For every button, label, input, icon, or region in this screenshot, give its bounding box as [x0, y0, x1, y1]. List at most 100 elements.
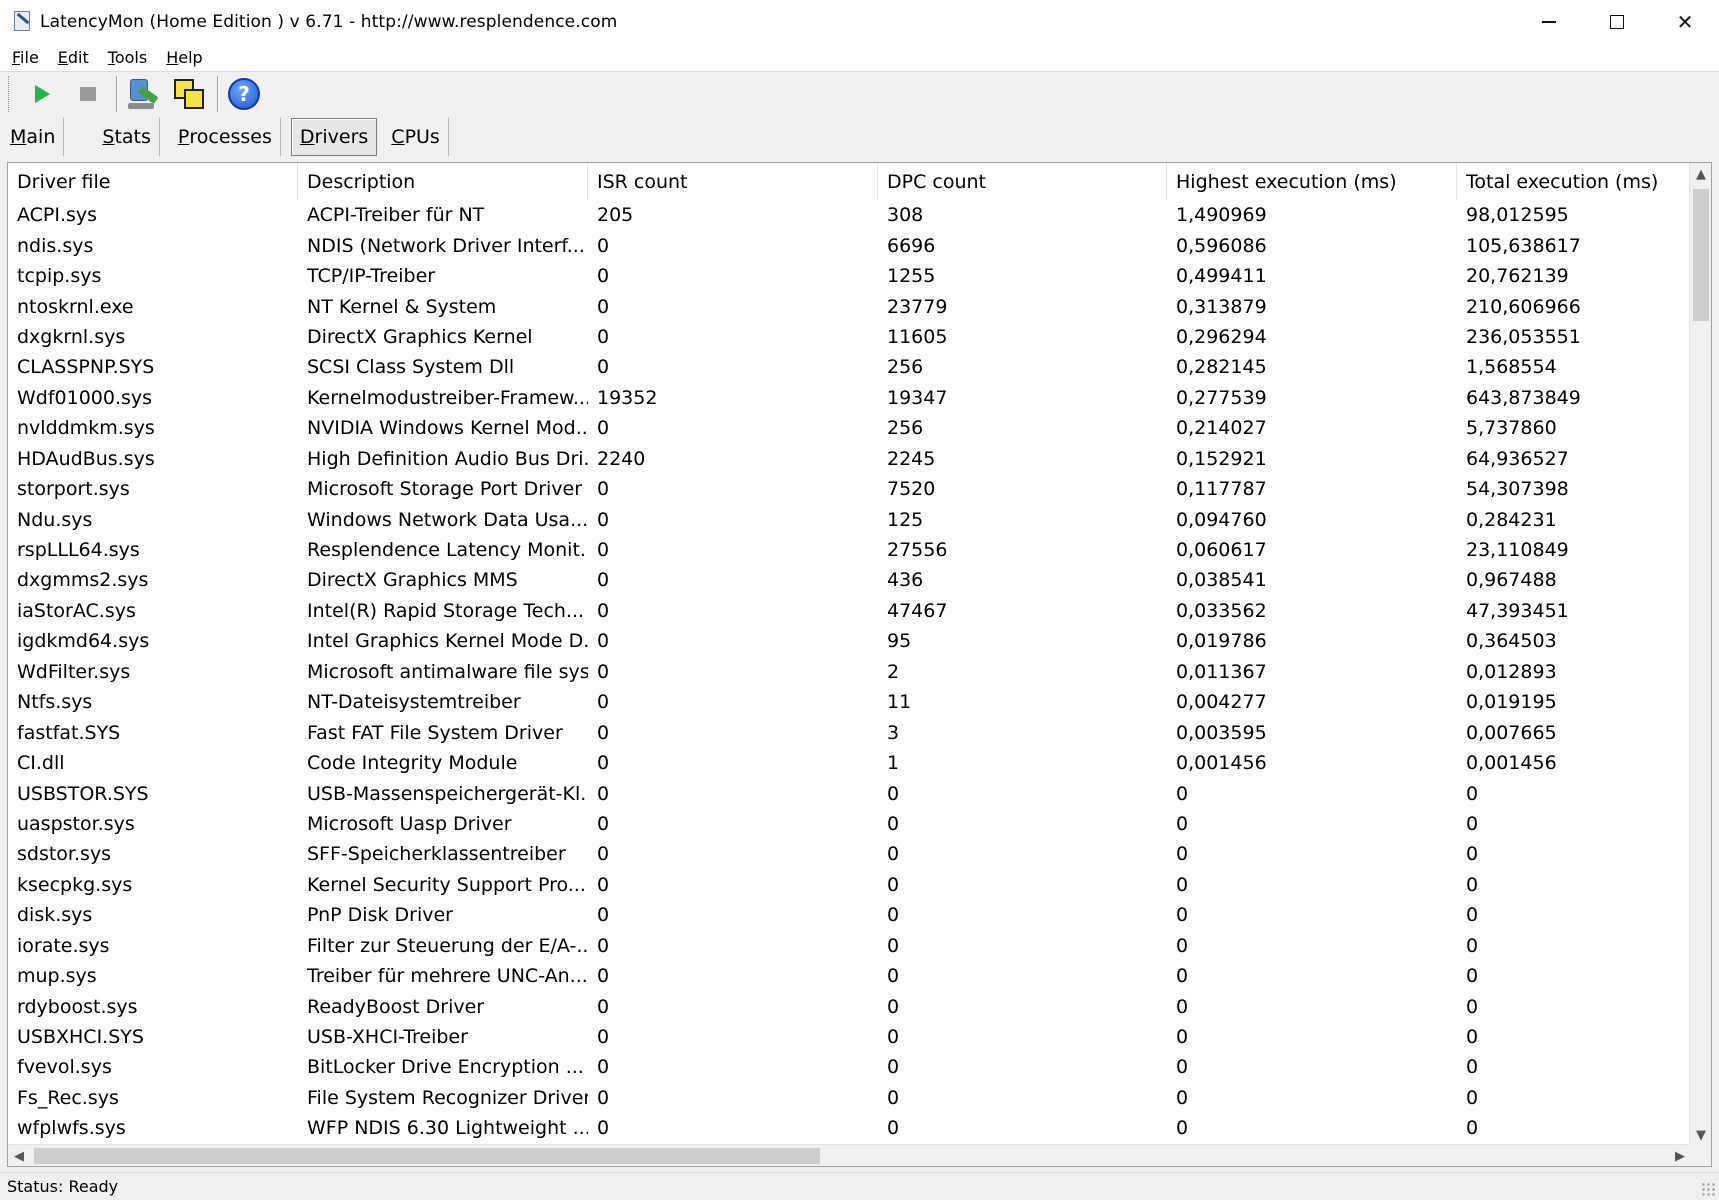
cell-highest-execution: 0 — [1176, 995, 1189, 1018]
table-row[interactable]: igdkmd64.sys Intel Graphics Kernel Mode D… — [8, 626, 1691, 656]
cell-dpc-count: 0 — [887, 812, 900, 835]
table-row[interactable]: Wdf01000.sys Kernelmodustreiber-Framew...… — [8, 383, 1691, 413]
table-row[interactable]: fvevol.sys BitLocker Drive Encryption ...… — [8, 1052, 1691, 1082]
start-monitor-button[interactable] — [22, 74, 62, 114]
minimize-button[interactable] — [1515, 0, 1583, 44]
scroll-corner — [1689, 1144, 1711, 1166]
tab-main[interactable]: Main — [2, 118, 65, 156]
cell-total-execution: 0,019195 — [1466, 691, 1557, 714]
cell-dpc-count: 0 — [887, 1117, 900, 1140]
stop-monitor-button[interactable] — [68, 74, 108, 114]
tab-drivers[interactable]: Drivers — [290, 118, 378, 156]
probe-button[interactable] — [123, 74, 163, 114]
menu-help[interactable]: Help — [164, 48, 204, 67]
table-row[interactable]: disk.sys PnP Disk Driver 0 0 0 0 — [8, 900, 1691, 930]
column-header-highest-execution[interactable]: Highest execution (ms) — [1167, 163, 1457, 200]
cell-total-execution: 0 — [1466, 1117, 1479, 1140]
horizontal-scroll-thumb[interactable] — [34, 1148, 820, 1164]
cell-isr-count: 0 — [597, 812, 610, 835]
table-row[interactable]: ndis.sys NDIS (Network Driver Interf... 0 6… — [8, 230, 1691, 260]
column-header-total-execution[interactable]: Total execution (ms) — [1457, 163, 1691, 200]
scroll-right-icon[interactable]: ▶ — [1669, 1145, 1691, 1166]
column-header-isr-count[interactable]: ISR count — [588, 163, 878, 200]
table-row[interactable]: fastfat.SYS Fast FAT File System Driver 0 3… — [8, 717, 1691, 747]
table-row[interactable]: USBXHCI.SYS USB-XHCI-Treiber 0 0 0 0 — [8, 1022, 1691, 1052]
table-row[interactable]: CI.dll Code Integrity Module 0 1 0,001456 0,0… — [8, 748, 1691, 778]
cell-total-execution: 0 — [1466, 782, 1479, 805]
cell-driver-file: ndis.sys — [17, 234, 94, 257]
table-row[interactable]: Fs_Rec.sys File System Recognizer Driver 0… — [8, 1083, 1691, 1113]
menu-edit[interactable]: Edit — [56, 48, 91, 67]
cell-highest-execution: 0,152921 — [1176, 447, 1267, 470]
cell-description: Code Integrity Module — [307, 752, 518, 775]
table-row[interactable]: storport.sys Microsoft Storage Port Drive… — [8, 474, 1691, 504]
menu-tools[interactable]: Tools — [106, 48, 149, 67]
cell-driver-file: nvlddmkm.sys — [17, 417, 155, 440]
table-row[interactable]: tcpip.sys TCP/IP-Treiber 0 1255 0,499411 20,7… — [8, 261, 1691, 291]
cell-highest-execution: 0 — [1176, 1056, 1189, 1079]
cell-isr-count: 0 — [597, 295, 610, 318]
cell-total-execution: 105,638617 — [1466, 234, 1581, 257]
status-bar: Status: Ready — [0, 1172, 1719, 1200]
table-row[interactable]: rspLLL64.sys Resplendence Latency Monit..… — [8, 535, 1691, 565]
vertical-scroll-thumb[interactable] — [1693, 189, 1709, 321]
cell-highest-execution: 0,038541 — [1176, 569, 1267, 592]
cell-highest-execution: 0,117787 — [1176, 478, 1267, 501]
column-header-description[interactable]: Description — [298, 163, 588, 200]
column-header-dpc-count[interactable]: DPC count — [878, 163, 1167, 200]
tab-processes[interactable]: Processes — [170, 118, 281, 156]
table-row[interactable]: iorate.sys Filter zur Steuerung der E/A-.… — [8, 931, 1691, 961]
scroll-left-icon[interactable]: ◀ — [8, 1145, 30, 1166]
cell-highest-execution: 0 — [1176, 812, 1189, 835]
cell-total-execution: 98,012595 — [1466, 204, 1569, 227]
cell-driver-file: uaspstor.sys — [17, 812, 135, 835]
cell-description: Microsoft Uasp Driver — [307, 812, 512, 835]
table-row[interactable]: Ndu.sys Windows Network Data Usa... 0 125 0,… — [8, 504, 1691, 534]
table-row[interactable]: wfplwfs.sys WFP NDIS 6.30 Lightweight ...… — [8, 1113, 1691, 1143]
horizontal-scrollbar[interactable]: ◀ ▶ — [8, 1144, 1691, 1166]
cell-total-execution: 0 — [1466, 1056, 1479, 1079]
table-row[interactable]: WdFilter.sys Microsoft antimalware file s… — [8, 657, 1691, 687]
close-button[interactable]: ✕ — [1651, 0, 1719, 44]
cell-isr-count: 0 — [597, 1117, 610, 1140]
cell-total-execution: 54,307398 — [1466, 478, 1569, 501]
cell-total-execution: 0 — [1466, 843, 1479, 866]
table-row[interactable]: mup.sys Treiber für mehrere UNC-An... 0 0 0 0 — [8, 961, 1691, 991]
vertical-scrollbar[interactable]: ▲ ▼ — [1689, 163, 1711, 1146]
table-row[interactable]: iaStorAC.sys Intel(R) Rapid Storage Tech.… — [8, 596, 1691, 626]
column-header-row: Driver file Description ISR count DPC co… — [8, 163, 1691, 200]
table-row[interactable]: ntoskrnl.exe NT Kernel & System 0 23779 0,31… — [8, 291, 1691, 321]
help-button[interactable]: ? — [224, 74, 264, 114]
table-row[interactable]: dxgkrnl.sys DirectX Graphics Kernel 0 11605… — [8, 322, 1691, 352]
table-row[interactable]: CLASSPNP.SYS SCSI Class System Dll 0 256 0,2… — [8, 352, 1691, 382]
cell-dpc-count: 0 — [887, 965, 900, 988]
windows-button[interactable] — [169, 74, 209, 114]
toolbar-grip[interactable] — [8, 75, 12, 112]
table-row[interactable]: Ntfs.sys NT-Dateisystemtreiber 0 11 0,004277… — [8, 687, 1691, 717]
scroll-down-icon[interactable]: ▼ — [1690, 1124, 1711, 1146]
table-row[interactable]: HDAudBus.sys High Definition Audio Bus Dr… — [8, 444, 1691, 474]
resize-grip-icon[interactable] — [1701, 1182, 1715, 1196]
tab-cpus[interactable]: C PUs — [383, 118, 449, 156]
scroll-up-icon[interactable]: ▲ — [1690, 163, 1711, 185]
cell-description: USB-XHCI-Treiber — [307, 1026, 468, 1049]
table-row[interactable]: nvlddmkm.sys NVIDIA Windows Kernel Mod...… — [8, 413, 1691, 443]
cell-description: WFP NDIS 6.30 Lightweight ... — [307, 1117, 588, 1140]
cell-dpc-count: 0 — [887, 843, 900, 866]
table-row[interactable]: dxgmms2.sys DirectX Graphics MMS 0 436 0,038… — [8, 565, 1691, 595]
table-row[interactable]: uaspstor.sys Microsoft Uasp Driver 0 0 0 0 — [8, 809, 1691, 839]
table-row[interactable]: rdyboost.sys ReadyBoost Driver 0 0 0 0 — [8, 991, 1691, 1021]
table-row[interactable]: sdstor.sys SFF-Speicherklassentreiber 0 0 0 0 — [8, 839, 1691, 869]
cell-driver-file: wfplwfs.sys — [17, 1117, 126, 1140]
table-row[interactable]: ksecpkg.sys Kernel Security Support Pro..… — [8, 870, 1691, 900]
maximize-button[interactable] — [1583, 0, 1651, 44]
cell-dpc-count: 95 — [887, 630, 912, 653]
cell-total-execution: 0 — [1466, 873, 1479, 896]
table-row[interactable]: USBSTOR.SYS USB-Massenspeichergerät-Kl...… — [8, 778, 1691, 808]
table-row[interactable]: ACPI.sys ACPI-Treiber für NT 205 308 1,49096… — [8, 200, 1691, 230]
column-header-driver-file[interactable]: Driver file — [8, 163, 298, 200]
drivers-list[interactable]: Driver file Description ISR count DPC co… — [7, 162, 1712, 1167]
cell-dpc-count: 125 — [887, 508, 924, 531]
menu-file[interactable]: File — [10, 48, 41, 67]
tab-stats[interactable]: Stats — [94, 118, 160, 156]
